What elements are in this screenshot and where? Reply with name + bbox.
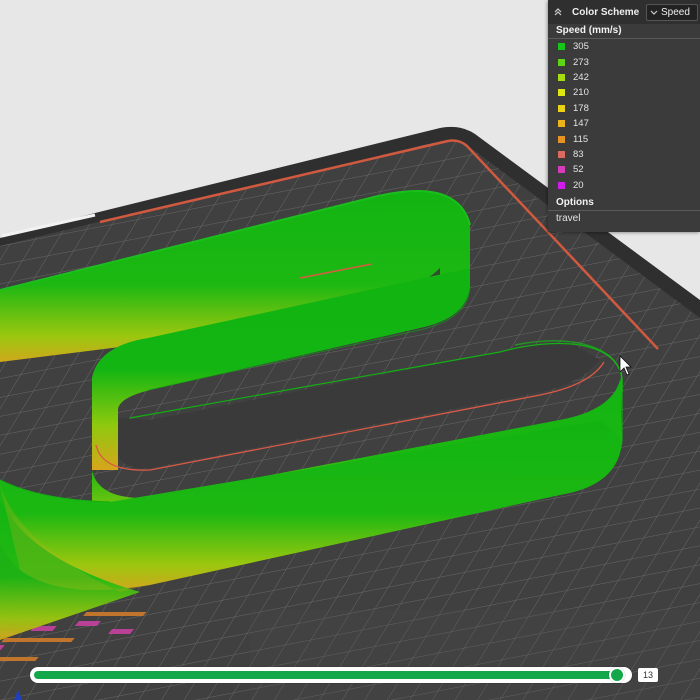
legend-value: 273 [573,56,589,68]
legend-item: 242 [548,70,700,85]
legend-item: 147 [548,116,700,131]
color-scheme-selected: Speed [661,7,690,18]
legend-item: 115 [548,131,700,146]
chevron-up-double-icon[interactable] [548,0,568,24]
speed-legend-header: Speed (mm/s) [548,24,700,39]
legend-item: 52 [548,162,700,177]
layer-slider-thumb[interactable] [608,667,625,683]
legend-swatch [558,166,565,174]
speed-legend: 305 273 242 210 178 147 115 83 52 20 [548,39,700,193]
legend-value: 115 [573,133,589,145]
legend-value: 52 [573,164,584,176]
legend-swatch [558,73,565,81]
legend-swatch [558,43,565,51]
layer-slider-track[interactable] [30,667,632,683]
legend-swatch [558,120,565,128]
legend-swatch [558,89,565,97]
legend-swatch [558,135,565,143]
legend-swatch [558,181,565,189]
legend-item: 178 [548,101,700,116]
option-travel[interactable]: travel [556,213,580,224]
layer-slider-fill [34,671,617,679]
panel-title: Color Scheme [572,6,640,18]
legend-value: 147 [573,118,589,130]
legend-item: 210 [548,85,700,100]
legend-item: 273 [548,54,700,69]
legend-value: 210 [573,87,589,99]
legend-item: 20 [548,178,700,193]
chevron-down-icon [647,8,661,18]
color-scheme-dropdown[interactable]: Speed [646,4,698,21]
legend-swatch [558,150,565,158]
options-header: Options [548,195,700,211]
legend-value: 20 [573,179,584,191]
legend-value: 178 [573,102,589,114]
legend-item: 305 [548,39,700,54]
color-scheme-panel: Color Scheme Speed Speed (mm/s) 305 273 … [548,0,700,232]
legend-value: 242 [573,71,589,83]
legend-value: 83 [573,148,584,160]
legend-value: 305 [573,41,589,53]
legend-swatch [558,104,565,112]
layer-slider-value: 13 [638,668,658,682]
legend-item: 83 [548,147,700,162]
legend-swatch [558,58,565,66]
